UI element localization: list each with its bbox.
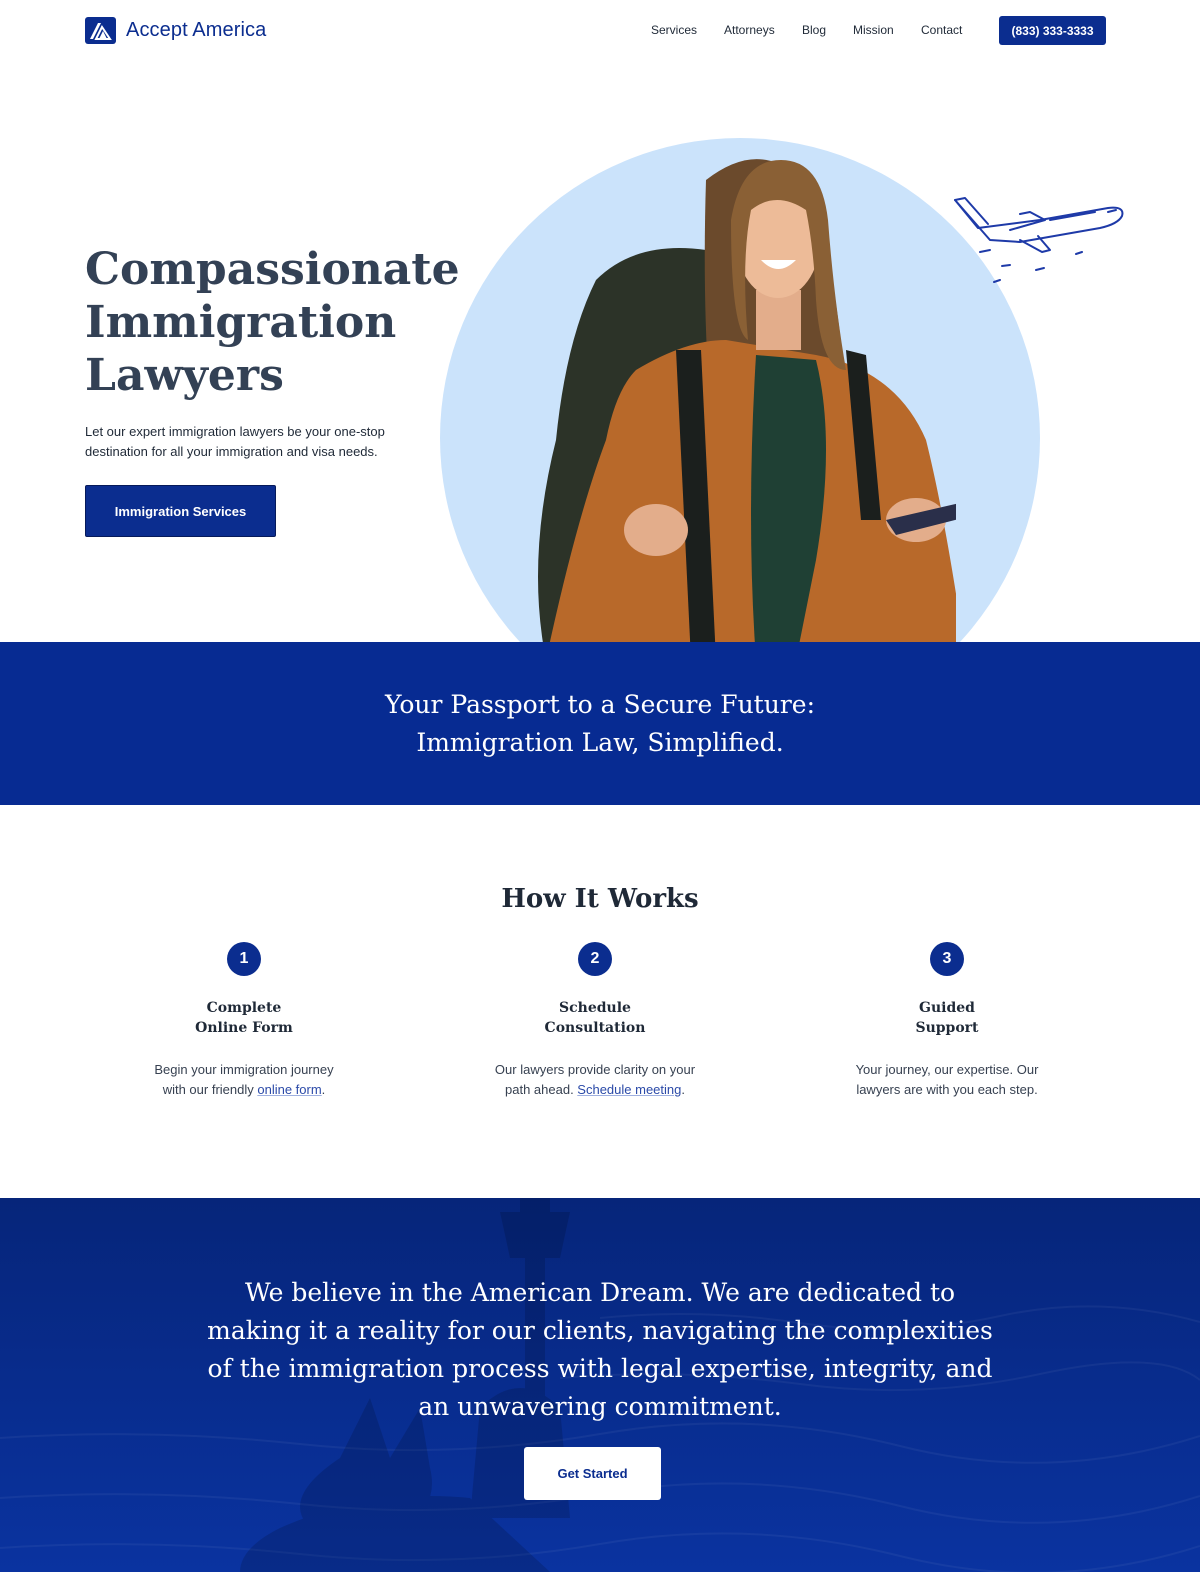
- mission-section: We believe in the American Dream. We are…: [0, 1198, 1200, 1572]
- nav-item-contact[interactable]: Contact: [921, 23, 962, 37]
- step-title: Guided Support: [817, 998, 1077, 1038]
- step-title: Complete Online Form: [114, 998, 374, 1038]
- step-1: 1 Complete Online Form Begin your immigr…: [114, 942, 374, 1100]
- step-title-line-1: Guided: [919, 1000, 975, 1016]
- airplane-icon: [954, 197, 1124, 283]
- step-2: 2 Schedule Consultation Our lawyers prov…: [465, 942, 725, 1100]
- step-number: 1: [227, 942, 261, 976]
- site-header: Accept America Services Attorneys Blog M…: [0, 0, 1200, 62]
- hero-title: Compassionate Immigration Lawyers: [85, 244, 460, 401]
- banner-line-1: Your Passport to a Secure Future:: [384, 690, 816, 719]
- step-title-line-2: Support: [915, 1020, 979, 1036]
- step-number: 2: [578, 942, 612, 976]
- step-description-end: .: [321, 1082, 326, 1097]
- phone-button[interactable]: (833) 333-3333: [999, 16, 1106, 45]
- how-it-works-title: How It Works: [501, 884, 699, 914]
- nav-item-mission[interactable]: Mission: [853, 23, 894, 37]
- tagline-banner: Your Passport to a Secure Future: Immigr…: [0, 642, 1200, 805]
- step-description: Begin your immigration journey with our …: [114, 1060, 374, 1100]
- mission-statement: We believe in the American Dream. We are…: [207, 1278, 993, 1421]
- traveler-photo: [538, 159, 956, 642]
- online-form-link[interactable]: online form: [257, 1082, 321, 1097]
- get-started-button[interactable]: Get Started: [524, 1447, 661, 1500]
- hero-illustration: [430, 130, 1150, 642]
- hero-description: Let our expert immigration lawyers be yo…: [85, 424, 385, 459]
- immigration-services-button[interactable]: Immigration Services: [85, 485, 276, 537]
- step-3: 3 Guided Support Your journey, our exper…: [817, 942, 1077, 1100]
- step-title-line-1: Complete: [206, 1000, 282, 1016]
- step-description-text: Your journey, our expertise. Our lawyers…: [855, 1062, 1039, 1097]
- banner-line-2: Immigration Law, Simplified.: [416, 728, 784, 757]
- step-number: 3: [930, 942, 964, 976]
- step-description-end: .: [681, 1082, 685, 1097]
- step-title-line-2: Consultation: [544, 1020, 646, 1036]
- schedule-meeting-link[interactable]: Schedule meeting: [577, 1082, 681, 1097]
- step-title-line-1: Schedule: [559, 1000, 631, 1016]
- step-title: Schedule Consultation: [465, 998, 725, 1038]
- step-title-line-2: Online Form: [195, 1020, 293, 1036]
- nav-item-attorneys[interactable]: Attorneys: [724, 23, 775, 37]
- step-description: Our lawyers provide clarity on your path…: [465, 1060, 725, 1100]
- nav-item-services[interactable]: Services: [651, 23, 697, 37]
- nav-item-blog[interactable]: Blog: [802, 23, 826, 37]
- step-description: Your journey, our expertise. Our lawyers…: [817, 1060, 1077, 1100]
- banner-title: Your Passport to a Secure Future: Immigr…: [0, 686, 1200, 762]
